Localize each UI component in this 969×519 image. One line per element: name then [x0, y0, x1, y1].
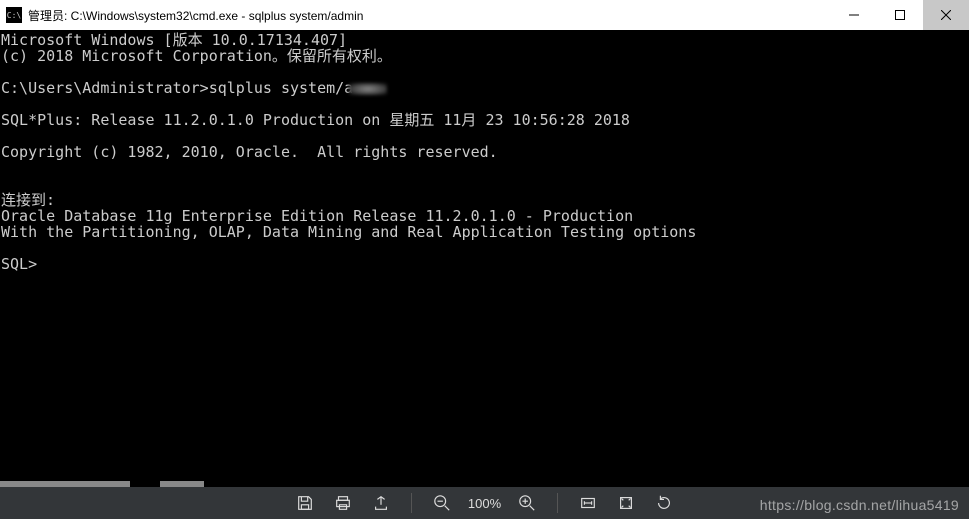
terminal-line: SQL*Plus: Release 11.2.0.1.0 Production … [1, 112, 968, 128]
zoom-in-icon[interactable] [511, 487, 543, 519]
terminal-line: C:\Users\Administrator>sqlplus system/a [1, 80, 968, 96]
window-title: 管理员: C:\Windows\system32\cmd.exe - sqlpl… [28, 7, 831, 24]
share-icon[interactable] [365, 487, 397, 519]
terminal-line [1, 176, 968, 192]
minimize-button[interactable] [831, 0, 877, 30]
fit-width-icon[interactable] [572, 487, 604, 519]
rotate-icon[interactable] [648, 487, 680, 519]
terminal-output[interactable]: Microsoft Windows [版本 10.0.17134.407](c)… [0, 30, 969, 487]
terminal-line: Microsoft Windows [版本 10.0.17134.407] [1, 32, 968, 48]
watermark-text: https://blog.csdn.net/lihua5419 [760, 497, 959, 513]
zoom-out-icon[interactable] [426, 487, 458, 519]
terminal-line [1, 96, 968, 112]
terminal-line [1, 240, 968, 256]
terminal-line: SQL> [1, 256, 968, 272]
fit-page-icon[interactable] [610, 487, 642, 519]
terminal-line: (c) 2018 Microsoft Corporation。保留所有权利。 [1, 48, 968, 64]
window-controls [831, 0, 969, 30]
redacted-text [349, 83, 387, 95]
separator [411, 493, 412, 513]
terminal-line [1, 64, 968, 80]
zoom-level: 100% [464, 496, 505, 511]
titlebar: C:\ 管理员: C:\Windows\system32\cmd.exe - s… [0, 0, 969, 30]
terminal-line: Oracle Database 11g Enterprise Edition R… [1, 208, 968, 224]
maximize-button[interactable] [877, 0, 923, 30]
close-button[interactable] [923, 0, 969, 30]
terminal-line [1, 128, 968, 144]
print-icon[interactable] [327, 487, 359, 519]
cmd-icon: C:\ [6, 7, 22, 23]
terminal-line [1, 160, 968, 176]
terminal-line: With the Partitioning, OLAP, Data Mining… [1, 224, 968, 240]
terminal-line: 连接到: [1, 192, 968, 208]
terminal-line: Copyright (c) 1982, 2010, Oracle. All ri… [1, 144, 968, 160]
separator [557, 493, 558, 513]
viewer-toolbar: 100% https://blog.csdn.net/lihua5419 [0, 487, 969, 519]
save-icon[interactable] [289, 487, 321, 519]
